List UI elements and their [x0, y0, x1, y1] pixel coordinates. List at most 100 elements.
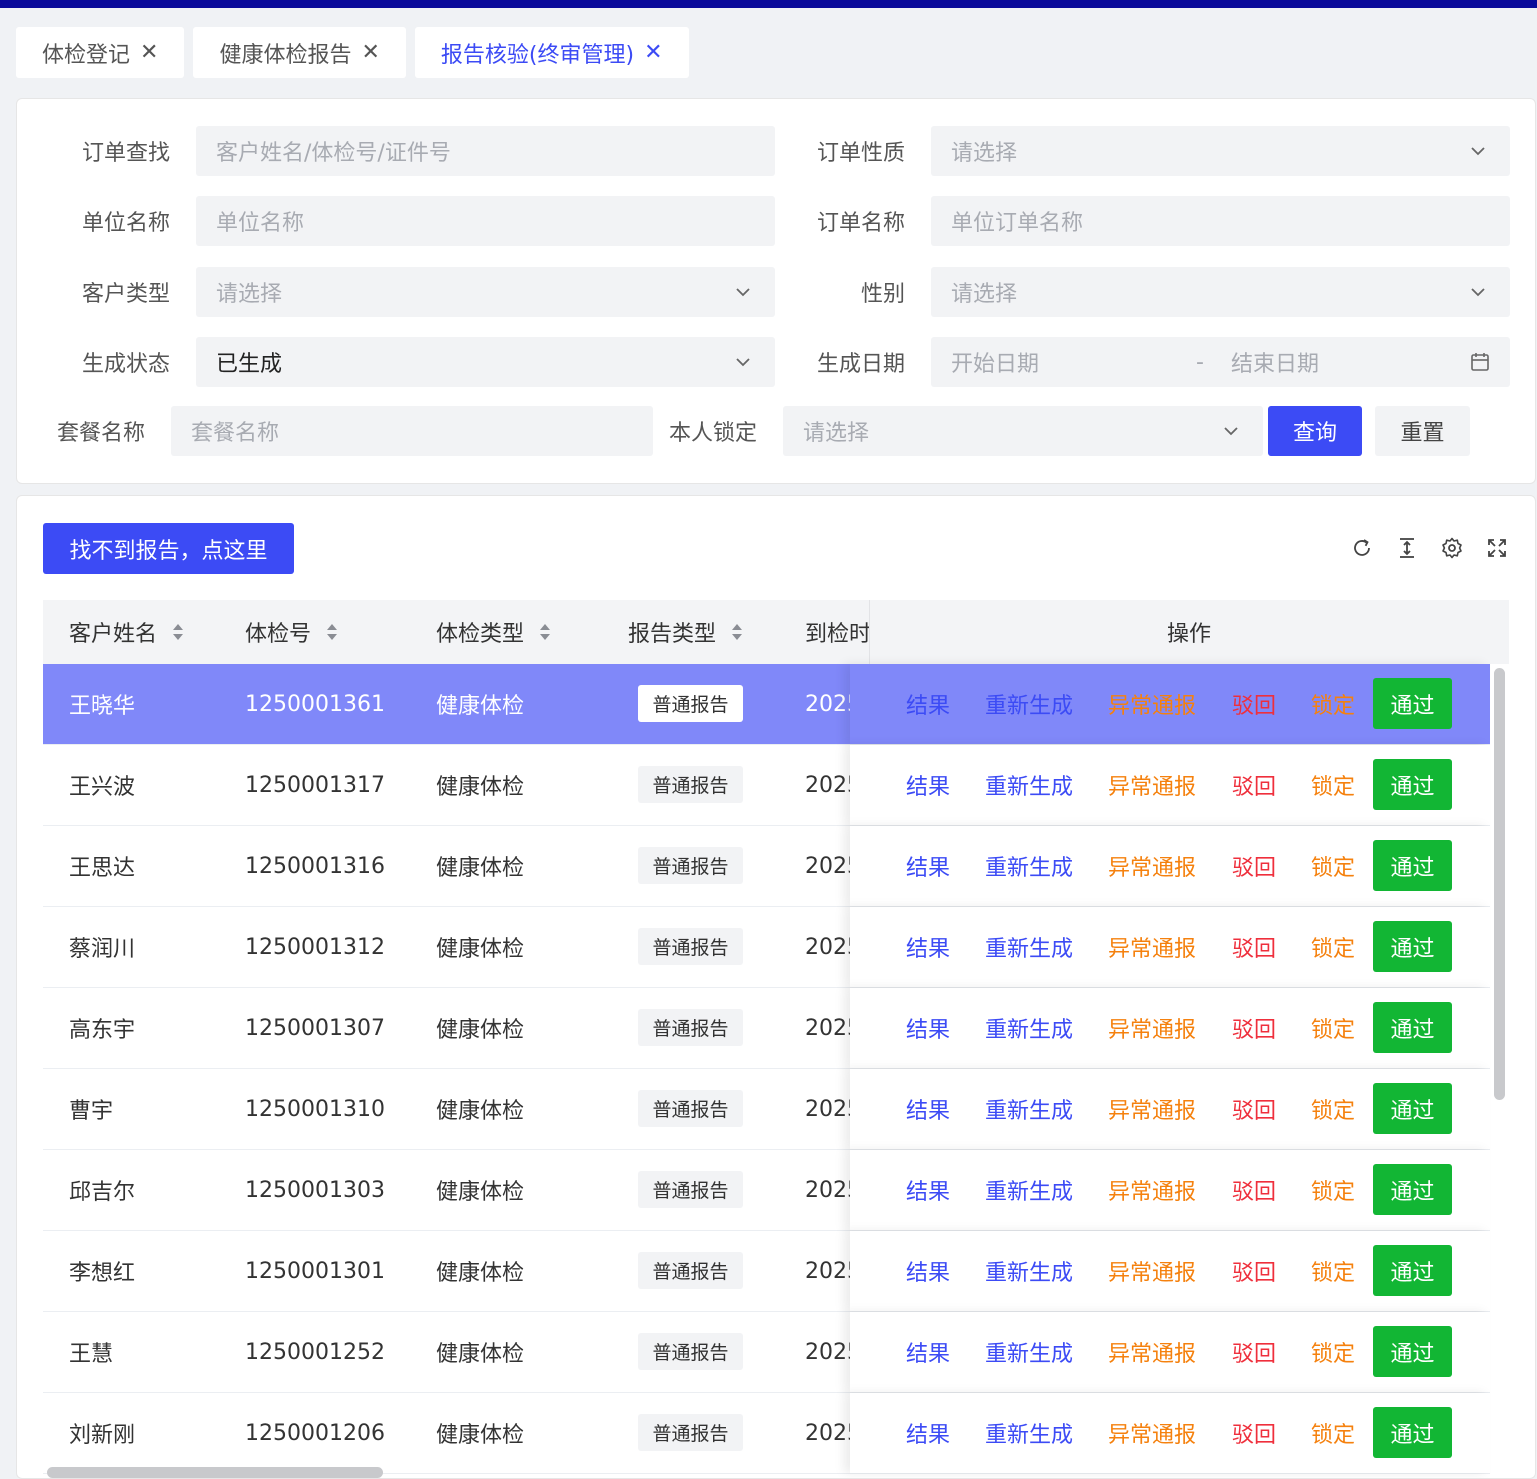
end-date-input[interactable]: 结束日期 [1231, 346, 1319, 378]
regenerate-link[interactable]: 重新生成 [985, 1069, 1073, 1149]
table-row[interactable]: 王晓华 1250001361 健康体检 普通报告 2025 结果重新生成异常通报驳回锁定通… [43, 664, 1490, 745]
gender-select[interactable]: 请选择 [931, 267, 1510, 317]
reject-link[interactable]: 驳回 [1232, 907, 1276, 987]
pass-button[interactable]: 通过 [1373, 921, 1452, 972]
close-icon[interactable]: ✕ [644, 41, 662, 64]
query-button[interactable]: 查询 [1268, 406, 1362, 456]
col-exam-number[interactable]: 体检号 [245, 600, 339, 664]
table-row[interactable]: 王思达 1250001316 健康体检 普通报告 2025 结果重新生成异常通报驳回锁定通… [43, 826, 1490, 907]
result-link[interactable]: 结果 [906, 1150, 950, 1230]
report-not-found-button[interactable]: 找不到报告，点这里 [43, 523, 294, 574]
result-link[interactable]: 结果 [906, 1393, 950, 1473]
unit-name-input[interactable]: 单位名称 [196, 196, 775, 246]
order-nature-select[interactable]: 请选择 [931, 126, 1510, 176]
table-row[interactable]: 邱吉尔 1250001303 健康体检 普通报告 2025 结果重新生成异常通报驳回锁定通… [43, 1150, 1490, 1231]
table-row[interactable]: 王兴波 1250001317 健康体检 普通报告 2025 结果重新生成异常通报驳回锁定通… [43, 745, 1490, 826]
regenerate-link[interactable]: 重新生成 [985, 907, 1073, 987]
start-date-input[interactable]: 开始日期 [951, 346, 1039, 378]
abnormal-report-link[interactable]: 异常通报 [1108, 1312, 1196, 1392]
col-arrival-time[interactable]: 到检时 [805, 600, 871, 664]
settings-icon[interactable] [1440, 536, 1464, 560]
pass-button[interactable]: 通过 [1373, 678, 1452, 729]
tab-report-verification[interactable]: 报告核验(终审管理) ✕ [414, 27, 689, 78]
table-row[interactable]: 王慧 1250001252 健康体检 普通报告 2025 结果重新生成异常通报驳回锁定通过 [43, 1312, 1490, 1393]
regenerate-link[interactable]: 重新生成 [985, 664, 1073, 744]
regenerate-link[interactable]: 重新生成 [985, 1312, 1073, 1392]
close-icon[interactable]: ✕ [361, 41, 379, 64]
close-icon[interactable]: ✕ [140, 41, 158, 64]
lock-link[interactable]: 锁定 [1311, 1231, 1355, 1311]
table-row[interactable]: 刘新刚 1250001206 健康体检 普通报告 2025 结果重新生成异常通报驳回锁定通… [43, 1393, 1490, 1474]
reject-link[interactable]: 驳回 [1232, 745, 1276, 825]
reset-button[interactable]: 重置 [1375, 406, 1470, 456]
lock-link[interactable]: 锁定 [1311, 745, 1355, 825]
vertical-scrollbar[interactable] [1494, 668, 1505, 1100]
result-link[interactable]: 结果 [906, 1069, 950, 1149]
regenerate-link[interactable]: 重新生成 [985, 826, 1073, 906]
horizontal-scrollbar[interactable] [47, 1467, 383, 1478]
table-row[interactable]: 高东宇 1250001307 健康体检 普通报告 2025 结果重新生成异常通报驳回锁定通… [43, 988, 1490, 1069]
reject-link[interactable]: 驳回 [1232, 988, 1276, 1068]
pass-button[interactable]: 通过 [1373, 1083, 1452, 1134]
abnormal-report-link[interactable]: 异常通报 [1108, 1393, 1196, 1473]
result-link[interactable]: 结果 [906, 826, 950, 906]
result-link[interactable]: 结果 [906, 1231, 950, 1311]
table-row[interactable]: 曹宇 1250001310 健康体检 普通报告 2025 结果重新生成异常通报驳回锁定通过 [43, 1069, 1490, 1150]
result-link[interactable]: 结果 [906, 745, 950, 825]
regenerate-link[interactable]: 重新生成 [985, 745, 1073, 825]
abnormal-report-link[interactable]: 异常通报 [1108, 826, 1196, 906]
pass-button[interactable]: 通过 [1373, 1326, 1452, 1377]
reject-link[interactable]: 驳回 [1232, 1231, 1276, 1311]
gen-date-range-picker[interactable]: 开始日期 - 结束日期 [931, 337, 1510, 387]
lock-link[interactable]: 锁定 [1311, 1150, 1355, 1230]
reject-link[interactable]: 驳回 [1232, 826, 1276, 906]
tab-exam-registration[interactable]: 体检登记 ✕ [16, 27, 185, 78]
lock-link[interactable]: 锁定 [1311, 826, 1355, 906]
reject-link[interactable]: 驳回 [1232, 664, 1276, 744]
pass-button[interactable]: 通过 [1373, 1407, 1452, 1458]
col-report-type[interactable]: 报告类型 [628, 600, 744, 664]
abnormal-report-link[interactable]: 异常通报 [1108, 1231, 1196, 1311]
lock-link[interactable]: 锁定 [1311, 1393, 1355, 1473]
lock-link[interactable]: 锁定 [1311, 1069, 1355, 1149]
pass-button[interactable]: 通过 [1373, 840, 1452, 891]
col-exam-type[interactable]: 体检类型 [436, 600, 552, 664]
result-link[interactable]: 结果 [906, 664, 950, 744]
reject-link[interactable]: 驳回 [1232, 1069, 1276, 1149]
sort-icon[interactable] [538, 620, 552, 644]
abnormal-report-link[interactable]: 异常通报 [1108, 1150, 1196, 1230]
result-link[interactable]: 结果 [906, 988, 950, 1068]
abnormal-report-link[interactable]: 异常通报 [1108, 745, 1196, 825]
table-row[interactable]: 李想红 1250001301 健康体检 普通报告 2025 结果重新生成异常通报驳回锁定通… [43, 1231, 1490, 1312]
fullscreen-icon[interactable] [1485, 536, 1509, 560]
reject-link[interactable]: 驳回 [1232, 1312, 1276, 1392]
refresh-icon[interactable] [1350, 536, 1374, 560]
lock-link[interactable]: 锁定 [1311, 664, 1355, 744]
reject-link[interactable]: 驳回 [1232, 1393, 1276, 1473]
order-name-input[interactable]: 单位订单名称 [931, 196, 1510, 246]
regenerate-link[interactable]: 重新生成 [985, 1231, 1073, 1311]
sort-icon[interactable] [730, 620, 744, 644]
gen-status-select[interactable]: 已生成 [196, 337, 775, 387]
abnormal-report-link[interactable]: 异常通报 [1108, 988, 1196, 1068]
abnormal-report-link[interactable]: 异常通报 [1108, 1069, 1196, 1149]
column-height-icon[interactable] [1395, 536, 1419, 560]
regenerate-link[interactable]: 重新生成 [985, 1150, 1073, 1230]
lock-link[interactable]: 锁定 [1311, 988, 1355, 1068]
table-row[interactable]: 蔡润川 1250001312 健康体检 普通报告 2025 结果重新生成异常通报驳回锁定通… [43, 907, 1490, 988]
pass-button[interactable]: 通过 [1373, 1164, 1452, 1215]
regenerate-link[interactable]: 重新生成 [985, 1393, 1073, 1473]
sort-icon[interactable] [325, 620, 339, 644]
abnormal-report-link[interactable]: 异常通报 [1108, 664, 1196, 744]
package-name-input[interactable]: 套餐名称 [171, 406, 653, 456]
pass-button[interactable]: 通过 [1373, 1245, 1452, 1296]
pass-button[interactable]: 通过 [1373, 1002, 1452, 1053]
reject-link[interactable]: 驳回 [1232, 1150, 1276, 1230]
result-link[interactable]: 结果 [906, 1312, 950, 1392]
self-lock-select[interactable]: 请选择 [783, 406, 1263, 456]
lock-link[interactable]: 锁定 [1311, 907, 1355, 987]
order-search-input[interactable]: 客户姓名/体检号/证件号 [196, 126, 775, 176]
customer-type-select[interactable]: 请选择 [196, 267, 775, 317]
tab-health-report[interactable]: 健康体检报告 ✕ [193, 27, 406, 78]
abnormal-report-link[interactable]: 异常通报 [1108, 907, 1196, 987]
